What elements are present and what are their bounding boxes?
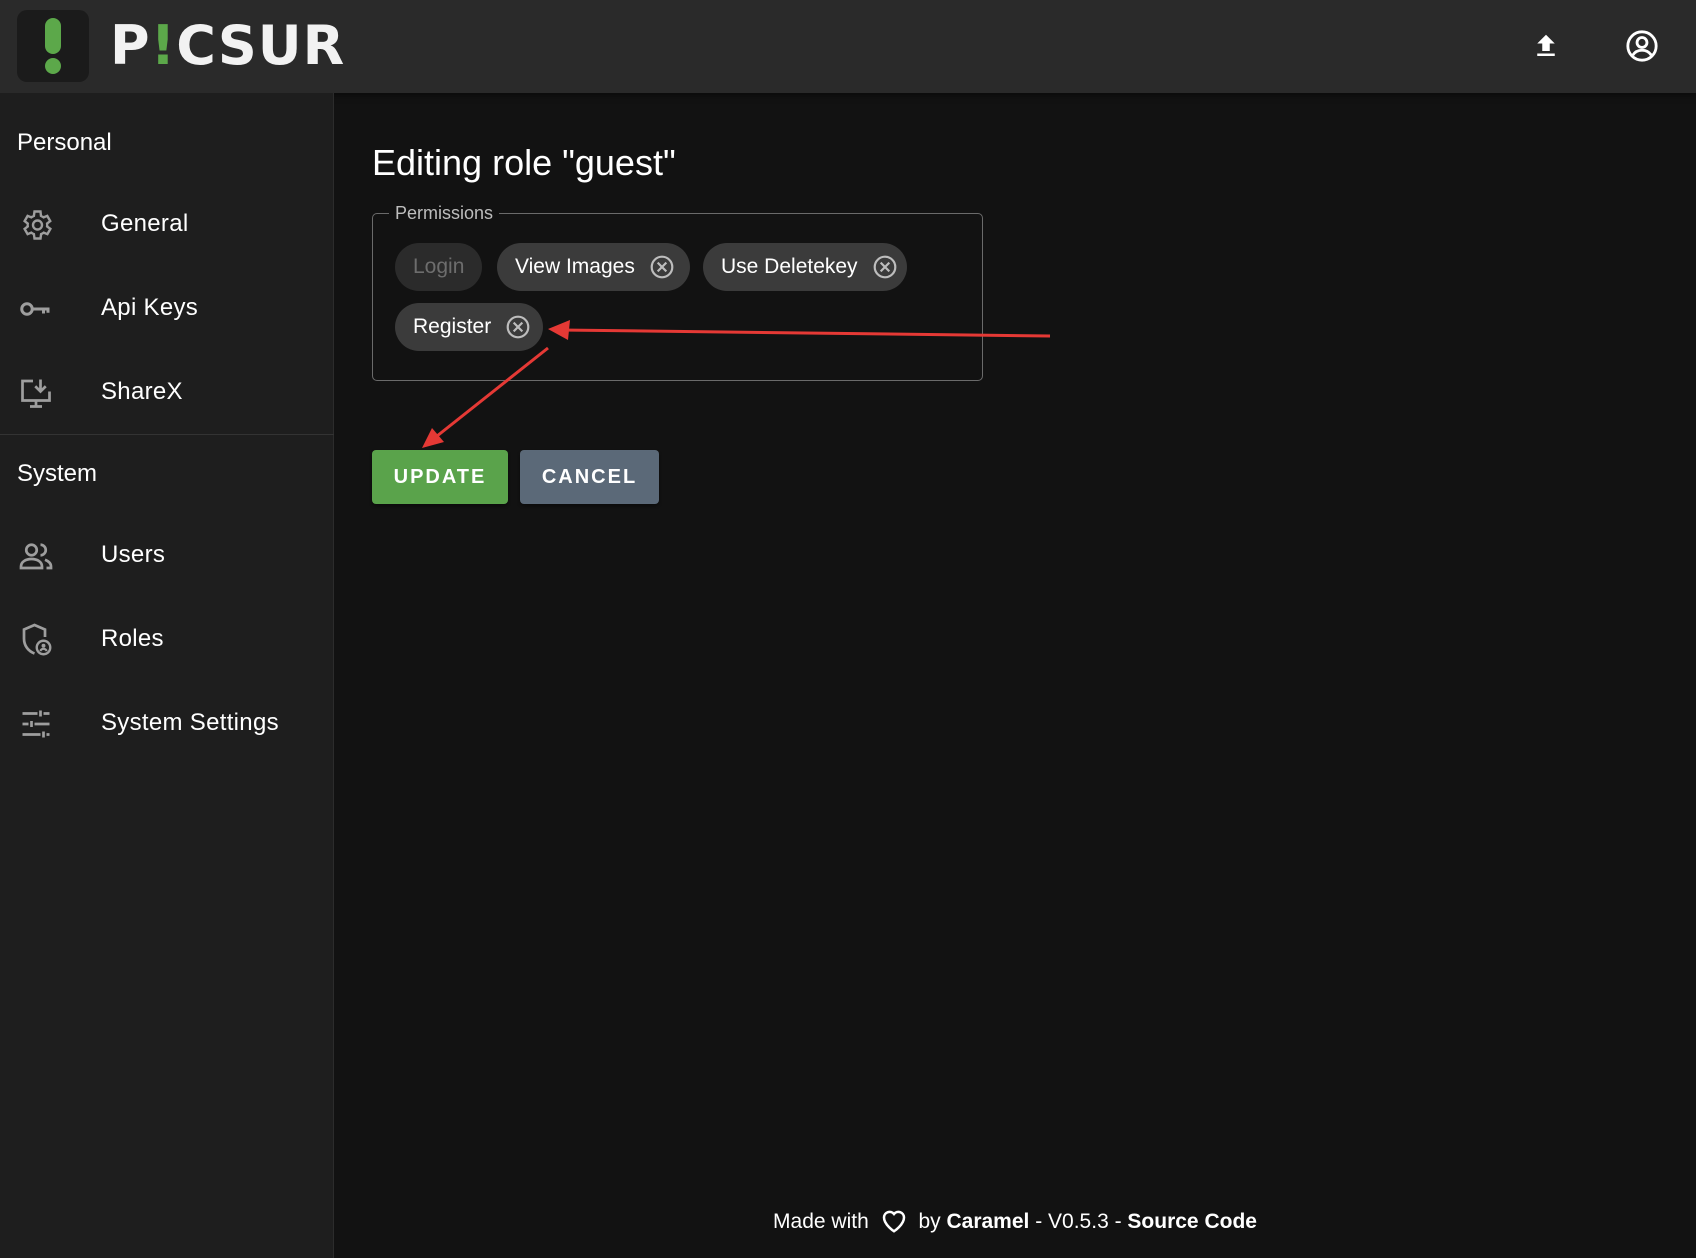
page-title: Editing role "guest" (372, 142, 676, 183)
footer-by: by (918, 1210, 941, 1233)
upload-icon[interactable] (1524, 24, 1568, 68)
cancel-button[interactable]: CANCEL (520, 450, 659, 504)
sidebar-item-label: Api Keys (101, 294, 199, 321)
logo-icon[interactable] (17, 10, 89, 82)
chip-label: View Images (515, 255, 635, 278)
permission-chip-view-images[interactable]: View Images (497, 243, 690, 291)
sidebar: Personal General Api Keys ShareX System … (0, 93, 334, 1258)
footer-source-code-link[interactable]: Source Code (1127, 1210, 1257, 1233)
remove-chip-icon[interactable] (872, 254, 898, 280)
sidebar-item-label: Users (101, 541, 166, 568)
gear-icon (23, 210, 52, 240)
sidebar-item-label: General (101, 210, 189, 237)
permission-chip-use-deletekey[interactable]: Use Deletekey (703, 243, 907, 291)
permissions-legend: Permissions (389, 203, 500, 224)
chip-label: Login (413, 255, 465, 278)
sidebar-item-sharex[interactable]: ShareX (0, 355, 334, 431)
sidebar-item-api-keys[interactable]: Api Keys (0, 271, 334, 347)
sidebar-section-system: System (17, 460, 98, 487)
sidebar-item-label: System Settings (101, 709, 279, 736)
sidebar-section-personal: Personal (17, 129, 112, 156)
footer-author-link[interactable]: Caramel (946, 1210, 1029, 1233)
remove-chip-icon[interactable] (649, 254, 675, 280)
account-circle-icon[interactable] (1620, 24, 1664, 68)
key-icon (20, 302, 50, 316)
sidebar-item-roles[interactable]: Roles (0, 602, 334, 678)
sliders-icon (22, 710, 50, 738)
permission-chip-register[interactable]: Register (395, 303, 543, 351)
download-monitor-icon (21, 379, 51, 408)
update-button[interactable]: UPDATE (372, 450, 508, 504)
heart-icon (882, 1210, 905, 1233)
users-icon (19, 543, 53, 570)
top-app-bar: P!CSUR (0, 0, 1696, 93)
footer: Made with by Caramel - V0.5.3 - Source C… (334, 1206, 1696, 1234)
shield-user-icon (22, 623, 52, 656)
remove-chip-icon[interactable] (505, 314, 531, 340)
app-logo-text[interactable]: P!CSUR (110, 14, 345, 78)
chip-label: Use Deletekey (721, 255, 858, 278)
sidebar-item-label: Roles (101, 625, 164, 652)
permissions-fieldset (372, 213, 983, 381)
sidebar-item-general[interactable]: General (0, 187, 334, 263)
footer-version: - V0.5.3 - (1029, 1210, 1128, 1233)
sidebar-item-users[interactable]: Users (0, 518, 334, 594)
chip-label: Register (413, 315, 492, 338)
footer-made-with: Made with (773, 1210, 869, 1233)
sidebar-item-system-settings[interactable]: System Settings (0, 686, 334, 762)
permission-chip-login: Login (395, 243, 483, 291)
sidebar-divider (0, 434, 334, 435)
sidebar-item-label: ShareX (101, 378, 183, 405)
